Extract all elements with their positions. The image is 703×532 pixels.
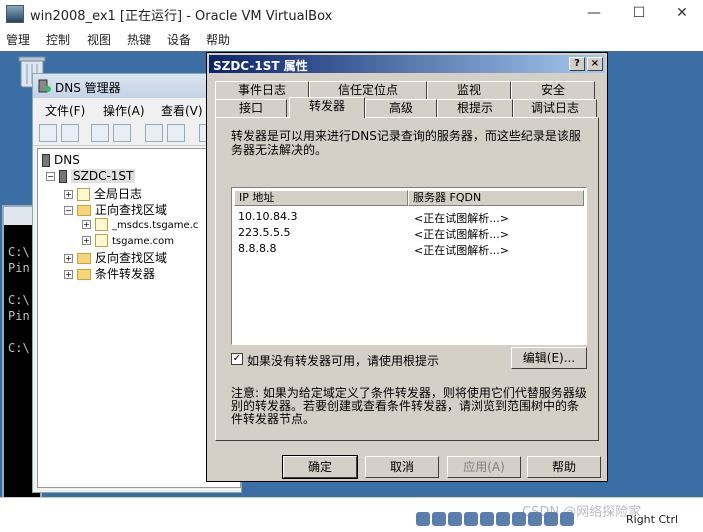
vbox-window-title: win2008_ex1 [正在运行] - Oracle VM VirtualBo… xyxy=(30,9,333,24)
folder-icon xyxy=(77,205,91,216)
close-icon[interactable]: ✕ xyxy=(660,2,703,24)
vbox-menu-help[interactable]: 帮助 xyxy=(206,31,230,48)
dns-menu-view[interactable]: 查看(V) xyxy=(161,102,203,119)
collapse-icon[interactable]: − xyxy=(64,206,73,215)
help-button[interactable]: 帮助 xyxy=(527,456,601,478)
hard-disk-icon[interactable] xyxy=(432,512,446,526)
tree-node-reverse-zones[interactable]: + 反向查找区域 xyxy=(64,249,167,266)
console-line: Pin xyxy=(8,261,30,275)
optical-drive-icon[interactable] xyxy=(416,512,430,526)
dialog-close-icon[interactable]: × xyxy=(587,57,603,71)
expand-icon[interactable]: + xyxy=(82,220,91,229)
tab-root-hints[interactable]: 根提示 xyxy=(437,99,513,117)
cpu-icon[interactable] xyxy=(544,512,558,526)
column-header-ip[interactable]: IP 地址 xyxy=(234,190,408,206)
tree-node-conditional-forwarders[interactable]: + 条件转发器 xyxy=(64,265,155,282)
forward-arrow-icon[interactable] xyxy=(61,124,79,142)
table-row[interactable]: 223.5.5.5 <正在试图解析...> xyxy=(232,226,586,242)
tab-security[interactable]: 安全 xyxy=(511,81,595,99)
forwarder-fqdn: <正在试图解析...> xyxy=(414,244,509,257)
vbox-menu-hotkey[interactable]: 热键 xyxy=(127,31,151,48)
zone-icon xyxy=(95,218,108,231)
back-arrow-icon[interactable] xyxy=(39,124,57,142)
forwarder-fqdn: <正在试图解析...> xyxy=(414,212,509,225)
column-header-fqdn[interactable]: 服务器 FQDN xyxy=(408,190,584,206)
tab-debug-logging[interactable]: 调试日志 xyxy=(513,99,597,117)
tree-node-global-logs[interactable]: + 全局日志 xyxy=(64,185,142,202)
help-question-icon[interactable]: ? xyxy=(569,57,585,71)
forwarders-description: 转发器是可以用来进行DNS记录查询的服务器，而这些纪录是该服务器无法解决的。 xyxy=(231,129,581,157)
forwarder-ip: 223.5.5.5 xyxy=(238,226,291,239)
minimize-icon[interactable]: — xyxy=(572,2,616,24)
properties-icon[interactable] xyxy=(145,124,163,142)
dialog-title: SZDC-1ST 属性 xyxy=(213,59,308,73)
vbox-menu-view[interactable]: 视图 xyxy=(87,31,111,48)
collapse-icon[interactable]: − xyxy=(46,172,55,181)
vbox-menu-devices[interactable]: 设备 xyxy=(167,31,191,48)
table-row[interactable]: 8.8.8.8 <正在试图解析...> xyxy=(232,242,586,258)
vbox-menubar: 管理 控制 视图 热键 设备 帮助 xyxy=(0,27,703,51)
server-icon xyxy=(59,170,67,183)
expand-icon[interactable]: + xyxy=(82,236,91,245)
console-line: C:\ xyxy=(8,245,30,259)
tab-monitoring[interactable]: 监视 xyxy=(427,81,511,99)
console-line: C:\ xyxy=(8,293,30,307)
tab-advanced[interactable]: 高级 xyxy=(365,99,437,117)
up-folder-icon[interactable] xyxy=(91,124,109,142)
network-icon[interactable] xyxy=(464,512,478,526)
use-root-hints-label: 如果没有转发器可用，请使用根提示 xyxy=(247,354,440,368)
shared-folder-icon[interactable] xyxy=(496,512,510,526)
expand-icon[interactable]: + xyxy=(64,254,73,263)
mouse-integration-icon[interactable] xyxy=(560,512,574,526)
edit-button[interactable]: 编辑(E)... xyxy=(511,347,587,369)
dns-app-icon xyxy=(38,79,51,93)
zone-icon xyxy=(95,234,108,247)
table-row[interactable]: 10.10.84.3 <正在试图解析...> xyxy=(232,210,586,226)
forwarders-list[interactable]: IP 地址 服务器 FQDN 10.10.84.3 <正在试图解析...> 22… xyxy=(231,187,587,345)
maximize-icon[interactable]: ☐ xyxy=(617,2,661,24)
dns-menu-file[interactable]: 文件(F) xyxy=(45,102,85,119)
dns-root-icon xyxy=(42,154,50,167)
dns-manager-title: DNS 管理器 xyxy=(55,81,121,95)
expand-icon[interactable]: + xyxy=(64,190,73,199)
tab-interfaces[interactable]: 接口 xyxy=(215,99,287,117)
console-line: C:\ xyxy=(8,341,30,355)
tab-forwarders[interactable]: 转发器 xyxy=(289,97,365,118)
use-root-hints-checkbox[interactable]: ✓ xyxy=(231,353,243,365)
tree-node-server[interactable]: − SZDC-1ST xyxy=(46,169,136,183)
vbox-app-icon xyxy=(6,5,24,23)
vbox-menu-control[interactable]: 控制 xyxy=(46,31,70,48)
recording-icon[interactable] xyxy=(528,512,542,526)
server-properties-dialog[interactable]: SZDC-1ST 属性 ? × 事件日志 信任定位点 监视 安全 接口 转发器 … xyxy=(206,52,608,482)
tree-node-zone-tsgame[interactable]: + tsgame.com xyxy=(82,233,174,247)
console-line: Pin xyxy=(8,309,30,323)
folder-icon xyxy=(77,253,91,264)
forwarder-fqdn: <正在试图解析...> xyxy=(414,228,509,241)
audio-icon[interactable] xyxy=(448,512,462,526)
show-tree-icon[interactable] xyxy=(113,124,131,142)
status-icons xyxy=(416,512,576,529)
conditional-forwarder-note: 注意: 如果为给定域定义了条件转发器，则将使用它们代替服务器级别的转发器。若要创… xyxy=(231,386,587,426)
dialog-titlebar: SZDC-1ST 属性 ? × xyxy=(209,55,605,73)
vbox-statusbar: CSDN @网络探险家 Right Ctrl xyxy=(0,497,703,532)
usb-icon[interactable] xyxy=(480,512,494,526)
forwarder-ip: 10.10.84.3 xyxy=(238,210,298,223)
log-icon xyxy=(77,188,90,201)
dns-menu-action[interactable]: 操作(A) xyxy=(103,102,145,119)
tree-node-zone-msdcs[interactable]: + _msdcs.tsgame.c xyxy=(82,217,198,231)
vbox-menu-manage[interactable]: 管理 xyxy=(6,31,30,48)
cancel-button[interactable]: 取消 xyxy=(365,456,439,478)
expand-icon[interactable]: + xyxy=(64,270,73,279)
display-icon[interactable] xyxy=(512,512,526,526)
ok-button[interactable]: 确定 xyxy=(282,455,358,479)
export-list-icon[interactable] xyxy=(167,124,185,142)
folder-icon xyxy=(77,269,91,280)
vbox-titlebar: win2008_ex1 [正在运行] - Oracle VM VirtualBo… xyxy=(0,0,703,27)
forwarder-ip: 8.8.8.8 xyxy=(238,242,277,255)
host-key-label: Right Ctrl xyxy=(626,513,679,526)
tree-node-dns[interactable]: DNS xyxy=(42,153,80,167)
tree-node-forward-zones[interactable]: − 正向查找区域 xyxy=(64,201,167,218)
apply-button[interactable]: 应用(A) xyxy=(447,456,521,478)
